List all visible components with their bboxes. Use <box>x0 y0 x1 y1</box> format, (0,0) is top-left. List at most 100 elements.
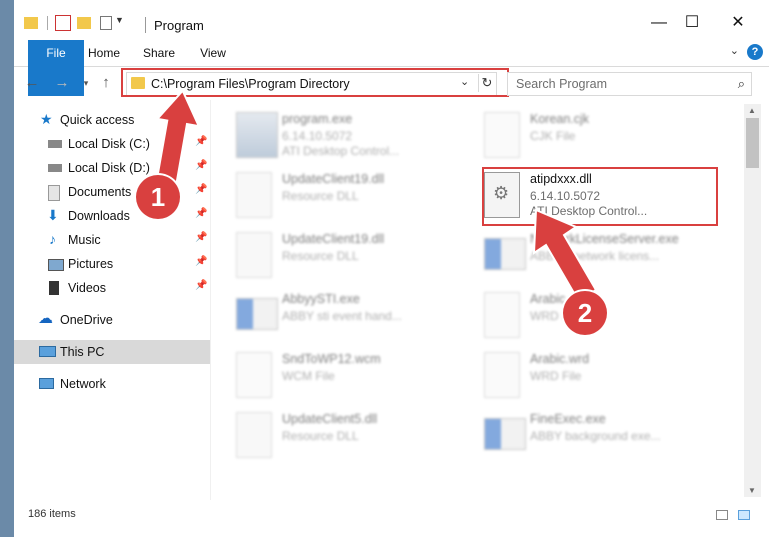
vertical-scrollbar[interactable]: ▲ ▼ <box>744 104 761 497</box>
file-name: AbbyySTI.exe <box>282 292 360 306</box>
explorer-window: ▼ Program — ☐ ✕ File Home Share View ⌄ ?… <box>14 0 769 537</box>
pin-icon: 📌 <box>195 280 208 291</box>
search-placeholder: Search Program <box>516 77 608 91</box>
exe-icon <box>484 238 526 270</box>
scroll-down-icon[interactable]: ▼ <box>748 486 756 495</box>
recent-locations-button[interactable]: ▾ <box>76 72 96 94</box>
details-view-icon[interactable] <box>716 510 728 520</box>
ribbon-tabs: File Home Share View ⌄ ? <box>14 40 769 96</box>
drive-icon <box>48 140 62 148</box>
callout-badge-2: 2 <box>563 291 607 335</box>
sidebar-item-pictures[interactable]: Pictures 📌 <box>14 252 210 276</box>
file-item[interactable]: FineExec.exe ABBY background exe... <box>462 408 702 464</box>
file-type: WCM File <box>282 369 335 383</box>
pin-icon: 📌 <box>195 256 208 267</box>
file-icon <box>484 352 520 398</box>
file-name: UpdateClient19.dll <box>282 232 385 246</box>
up-button[interactable]: ↑ <box>96 72 116 94</box>
file-name: SndToWP12.wcm <box>282 352 381 366</box>
sidebar-item-label: Quick access <box>60 113 135 127</box>
file-item[interactable]: Arabic.wrd WRD File <box>462 348 702 404</box>
file-icon <box>484 112 520 158</box>
file-type: Resource DLL <box>282 429 359 443</box>
drive-icon <box>48 164 62 172</box>
forward-button[interactable]: → <box>52 72 72 94</box>
file-item[interactable]: AbbyySTI.exe ABBY sti event hand... <box>214 288 454 344</box>
folder-icon <box>24 17 38 29</box>
file-type: CJK File <box>530 129 576 143</box>
file-description: ABBY background exe... <box>530 429 661 443</box>
customize-icon[interactable] <box>100 16 112 30</box>
sidebar-item-onedrive[interactable]: ☁ OneDrive <box>14 308 210 332</box>
scroll-up-icon[interactable]: ▲ <box>748 106 756 115</box>
properties-icon[interactable] <box>55 15 71 31</box>
sidebar-item-label: Local Disk (D:) <box>68 161 150 175</box>
new-folder-icon[interactable] <box>77 17 91 29</box>
exe-icon <box>484 418 526 450</box>
file-item[interactable]: SndToWP12.wcm WCM File <box>214 348 454 404</box>
exe-icon <box>236 112 278 158</box>
dropdown-arrow-icon[interactable]: ▼ <box>115 15 129 29</box>
title-separator <box>145 17 146 33</box>
tab-view[interactable]: View <box>190 40 236 66</box>
file-name: program.exe <box>282 112 353 126</box>
file-name: FineExec.exe <box>530 412 606 426</box>
tab-share[interactable]: Share <box>134 40 184 66</box>
toolbar-separator <box>47 16 48 30</box>
file-version: 6.14.10.5072 <box>282 129 353 143</box>
sidebar-item-label: Downloads <box>68 209 130 223</box>
chevron-down-icon[interactable]: ⌄ <box>730 44 739 57</box>
file-type: WRD File <box>530 369 582 383</box>
close-button[interactable]: ✕ <box>715 8 761 38</box>
dll-icon <box>236 232 272 278</box>
file-item[interactable]: UpdateClient19.dll Resource DLL <box>214 228 454 284</box>
tab-home[interactable]: Home <box>78 40 130 66</box>
download-arrow-icon: ⬇ <box>47 207 59 223</box>
network-icon <box>39 378 54 389</box>
sidebar-item-music[interactable]: ♪ Music 📌 <box>14 228 210 252</box>
file-type: Resource DLL <box>282 249 359 263</box>
film-icon <box>49 281 59 295</box>
file-item[interactable]: program.exe 6.14.10.5072 ATI Desktop Con… <box>214 108 454 164</box>
help-button[interactable]: ? <box>747 44 763 60</box>
file-item[interactable]: Korean.cjk CJK File <box>462 108 702 164</box>
back-button[interactable]: ← <box>22 72 42 94</box>
sidebar-item-label: Documents <box>68 185 132 199</box>
sidebar-item-label: Pictures <box>68 257 114 271</box>
title-bar: ▼ Program — ☐ ✕ <box>14 0 769 40</box>
file-name: Korean.cjk <box>530 112 590 126</box>
search-input[interactable]: Search Program ⌕ <box>507 72 752 96</box>
cloud-icon: ☁ <box>38 310 53 327</box>
dll-icon <box>236 412 272 458</box>
file-icon <box>236 352 272 398</box>
file-description: ABBY sti event hand... <box>282 309 402 323</box>
file-name: Arabic.wrd <box>530 352 590 366</box>
pin-icon: 📌 <box>195 232 208 243</box>
music-note-icon: ♪ <box>49 231 56 247</box>
sidebar-item-label: OneDrive <box>60 313 113 327</box>
file-description: ATI Desktop Control... <box>282 144 400 158</box>
pictures-icon <box>48 259 64 271</box>
maximize-button[interactable]: ☐ <box>669 8 715 38</box>
file-name: UpdateClient5.dll <box>282 412 378 426</box>
sidebar-item-label: Network <box>60 377 106 391</box>
sidebar-item-this-pc[interactable]: This PC <box>14 340 210 364</box>
sidebar-item-network[interactable]: Network <box>14 372 210 396</box>
sidebar-item-downloads[interactable]: ⬇ Downloads 📌 <box>14 204 210 228</box>
item-count: 186 items <box>28 508 76 520</box>
window-title: Program <box>154 18 204 33</box>
file-name: UpdateClient19.dll <box>282 172 385 186</box>
sidebar-item-videos[interactable]: Videos 📌 <box>14 276 210 300</box>
dll-icon <box>236 172 272 218</box>
scrollbar-thumb[interactable] <box>746 118 759 168</box>
sidebar-item-label: Music <box>68 233 101 247</box>
sidebar-item-label: Videos <box>68 281 106 295</box>
large-icons-view-icon[interactable] <box>738 510 750 520</box>
computer-icon <box>39 346 56 357</box>
callout-arrow-2 <box>532 208 598 302</box>
star-icon: ★ <box>40 111 53 127</box>
file-item[interactable]: UpdateClient19.dll Resource DLL <box>214 168 454 224</box>
sidebar-item-label: Local Disk (C:) <box>68 137 150 151</box>
file-item[interactable]: UpdateClient5.dll Resource DLL <box>214 408 454 464</box>
file-icon <box>484 292 520 338</box>
